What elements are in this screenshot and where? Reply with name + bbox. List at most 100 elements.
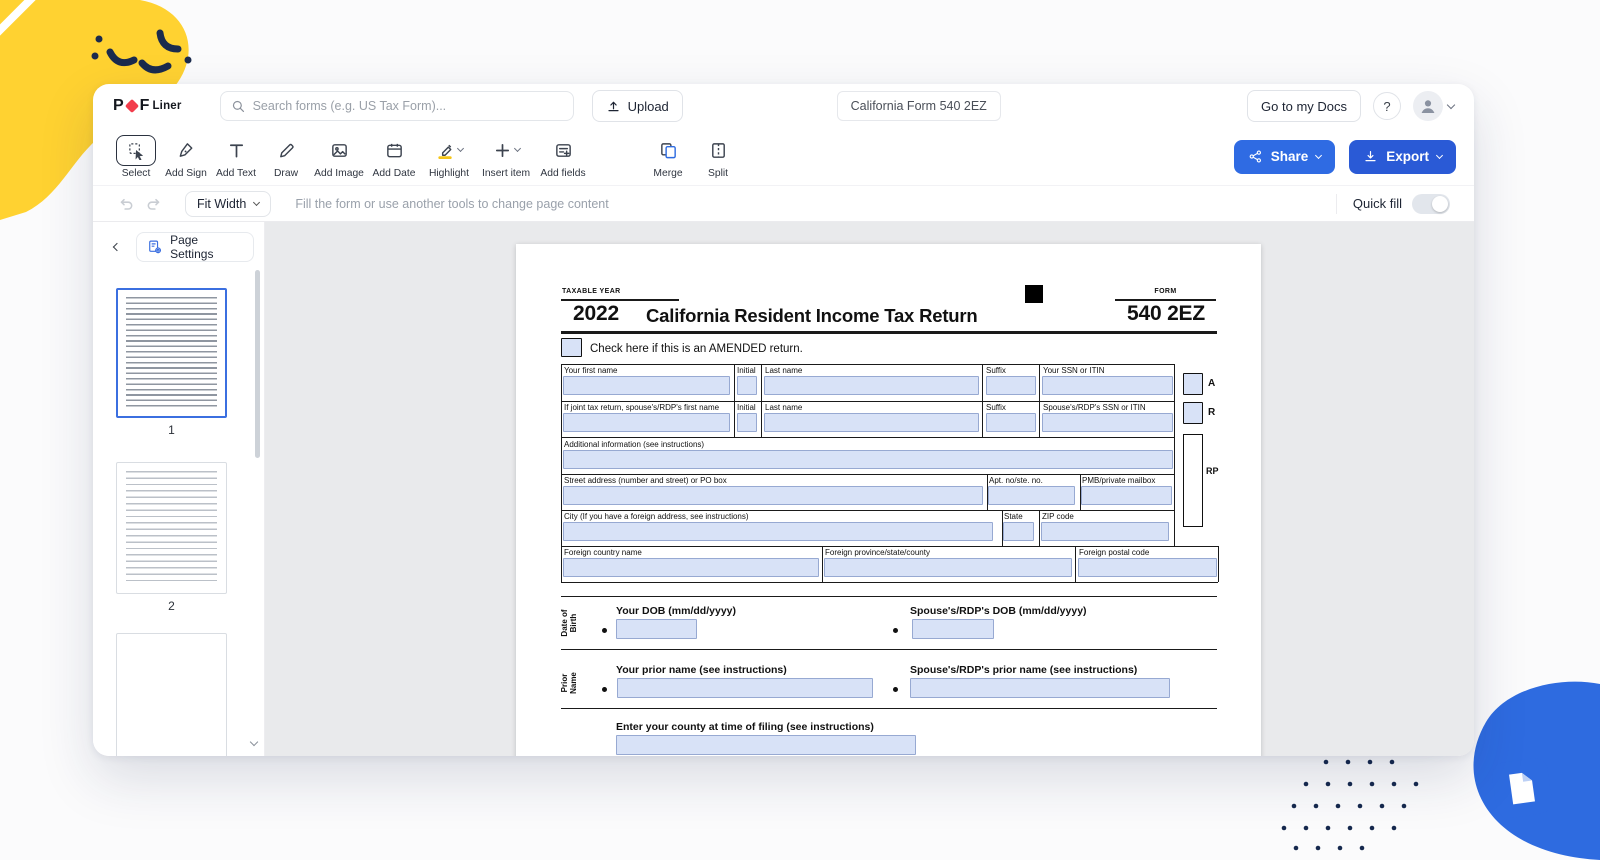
share-button[interactable]: Share	[1234, 140, 1336, 174]
page-thumbnail-3[interactable]	[116, 633, 227, 756]
tool-add-text[interactable]: Add Text	[211, 135, 261, 179]
pmb-field[interactable]	[1081, 486, 1172, 505]
page-1-preview	[126, 297, 217, 409]
tool-add-image[interactable]: Add Image	[311, 135, 367, 179]
code-a-checkbox[interactable]	[1183, 373, 1203, 395]
bullet	[602, 628, 607, 633]
form-grid-line	[761, 364, 762, 437]
search-bar	[220, 91, 574, 121]
section-rule	[561, 649, 1217, 650]
ssn-field[interactable]	[1042, 376, 1173, 395]
state-field[interactable]	[1003, 522, 1034, 541]
go-to-my-docs-button[interactable]: Go to my Docs	[1247, 90, 1361, 122]
code-rp-box[interactable]	[1183, 434, 1203, 527]
tool-highlight[interactable]: Highlight	[421, 135, 477, 179]
foreign-country-field[interactable]	[563, 558, 819, 577]
your-dob-field[interactable]	[616, 619, 697, 639]
scroll-down-button[interactable]	[251, 732, 257, 750]
form-title: California Resident Income Tax Return	[646, 305, 978, 327]
account-menu[interactable]	[1413, 91, 1454, 121]
code-r-checkbox[interactable]	[1183, 402, 1203, 424]
prior-name-side-label-text: Prior Name	[560, 667, 578, 699]
chevron-left-icon	[112, 243, 120, 251]
export-label: Export	[1386, 149, 1429, 164]
foreign-country-label: Foreign country name	[564, 548, 642, 557]
redo-button[interactable]	[145, 195, 163, 213]
tool-draw[interactable]: Draw	[261, 135, 311, 179]
first-name-field[interactable]	[563, 376, 730, 395]
spouse-prior-name-label: Spouse's/RDP's prior name (see instructi…	[910, 664, 1137, 676]
spouse-prior-name-field[interactable]	[910, 678, 1170, 698]
sidebar-header: Page Settings	[93, 222, 264, 262]
chevron-down-icon	[250, 738, 258, 746]
zoom-select[interactable]: Fit Width	[185, 191, 271, 217]
chevron-down-icon	[253, 198, 260, 205]
secondary-toolbar: Fit Width Fill the form or use another t…	[93, 186, 1474, 222]
form-grid-line	[1039, 510, 1040, 546]
form-number: 540 2EZ	[1127, 302, 1205, 326]
foreign-province-field[interactable]	[824, 558, 1072, 577]
amended-checkbox[interactable]	[561, 338, 582, 357]
search-input[interactable]	[253, 99, 563, 113]
app-header: P F Liner Upload California Form 540 2EZ…	[93, 84, 1474, 128]
sidebar-scrollbar[interactable]	[255, 270, 260, 458]
zip-field[interactable]	[1041, 522, 1169, 541]
page-settings-button[interactable]: Page Settings	[136, 232, 254, 262]
city-label: City (If you have a foreign address, see…	[564, 512, 749, 521]
logo-suffix: Liner	[152, 100, 181, 112]
spouse-dob-label: Spouse's/RDP's DOB (mm/dd/yyyy)	[910, 605, 1087, 617]
spouse-ssn-label: Spouse's/RDP's SSN or ITIN	[1043, 403, 1146, 412]
form-word-label: FORM	[1115, 288, 1216, 295]
form-grid-line	[561, 582, 1218, 583]
tool-select[interactable]: Select	[111, 135, 161, 179]
help-label: ?	[1383, 99, 1390, 114]
form-grid-line	[561, 401, 1174, 402]
spouse-initial-field[interactable]	[737, 413, 757, 432]
dob-side-label: Date of Birth	[561, 599, 577, 647]
pdfliner-logo[interactable]: P F Liner	[113, 97, 182, 115]
logo-letter-p: P	[113, 97, 124, 115]
zoom-value: Fit Width	[197, 197, 246, 211]
foreign-postal-field[interactable]	[1078, 558, 1217, 577]
state-label: State	[1004, 512, 1023, 521]
spouse-dob-field[interactable]	[912, 619, 994, 639]
suffix-field[interactable]	[986, 376, 1036, 395]
tool-merge[interactable]: Merge	[643, 135, 693, 179]
collapse-sidebar-button[interactable]	[105, 235, 128, 259]
your-prior-name-field[interactable]	[617, 678, 873, 698]
page-thumbnail-1[interactable]	[116, 288, 227, 418]
city-field[interactable]	[563, 522, 993, 541]
document-title: California Form 540 2EZ	[837, 91, 1001, 121]
taxable-year-label: TAXABLE YEAR	[562, 288, 621, 295]
bullet	[602, 687, 607, 692]
undo-button[interactable]	[117, 195, 135, 213]
ssn-label: Your SSN or ITIN	[1043, 366, 1105, 375]
street-field[interactable]	[563, 486, 983, 505]
additional-info-field[interactable]	[563, 450, 1173, 469]
spouse-suffix-field[interactable]	[986, 413, 1036, 432]
tool-split[interactable]: Split	[693, 135, 743, 179]
amended-label: Check here if this is an AMENDED return.	[590, 343, 803, 355]
tool-add-date[interactable]: Add Date	[367, 135, 421, 179]
help-button[interactable]: ?	[1373, 92, 1401, 120]
tax-year: 2022	[573, 302, 619, 326]
tool-add-fields[interactable]: Add fields	[535, 135, 591, 179]
county-field[interactable]	[616, 735, 916, 755]
first-name-label: Your first name	[564, 366, 618, 375]
spouse-ssn-field[interactable]	[1042, 413, 1173, 432]
upload-button[interactable]: Upload	[592, 90, 683, 122]
spouse-first-name-field[interactable]	[563, 413, 730, 432]
tool-insert-item[interactable]: Insert item	[477, 135, 535, 179]
tool-insert-item-label: Insert item	[482, 168, 530, 179]
quick-fill-toggle[interactable]	[1412, 194, 1450, 214]
last-name-field[interactable]	[764, 376, 979, 395]
apt-field[interactable]	[988, 486, 1075, 505]
upload-label: Upload	[628, 99, 669, 114]
editor-content: Page Settings 1 2 TAXABLE YEAR	[93, 222, 1474, 756]
initial-field[interactable]	[737, 376, 757, 395]
page-thumbnail-2[interactable]	[116, 462, 227, 594]
tool-add-sign[interactable]: Add Sign	[161, 135, 211, 179]
spouse-last-name-field[interactable]	[764, 413, 979, 432]
export-button[interactable]: Export	[1349, 140, 1456, 174]
form-grid-line	[561, 437, 1174, 438]
